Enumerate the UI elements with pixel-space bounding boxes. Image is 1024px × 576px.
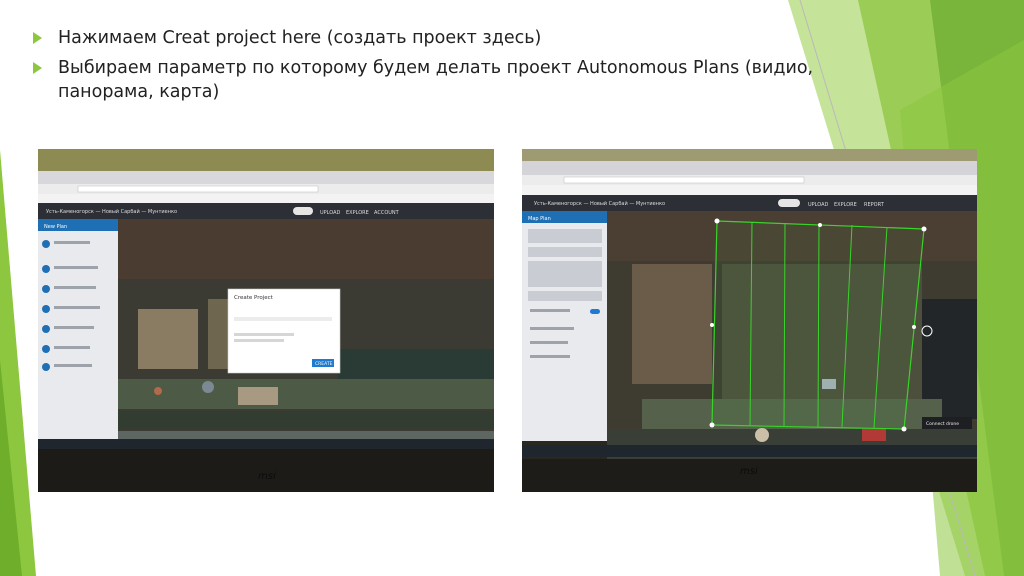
tab-upload[interactable]: UPLOAD bbox=[808, 202, 829, 208]
location-breadcrumb: Усть-Каменогорск — Новый Сарбай — Мунтие… bbox=[534, 200, 665, 207]
bullet-list: Нажимаем Creat project here (создать про… bbox=[30, 26, 910, 110]
location-breadcrumb: Усть-Каменогорск — Новый Сарбай — Мунтие… bbox=[46, 208, 177, 215]
tab-explore[interactable]: EXPLORE bbox=[346, 210, 369, 216]
tab-upload[interactable]: UPLOAD bbox=[320, 210, 341, 216]
sidebar-title: New Plan bbox=[44, 224, 67, 230]
svg-text:CREATE: CREATE bbox=[315, 361, 333, 367]
bullet-arrow-icon bbox=[33, 32, 42, 44]
bullet-item: Нажимаем Creat project here (создать про… bbox=[30, 26, 910, 50]
dialog-title: Create Project bbox=[234, 295, 274, 301]
monitor-brand: msi bbox=[740, 466, 758, 477]
tab-report[interactable]: REPORT bbox=[864, 202, 885, 208]
connect-drone-button[interactable]: Connect drone bbox=[926, 421, 959, 427]
screenshot-photo-create-project: Усть-Каменогорск — Новый Сарбай — Мунтие… bbox=[38, 149, 494, 492]
sidebar-title: Map Plan bbox=[528, 216, 551, 222]
tab-explore[interactable]: EXPLORE bbox=[834, 202, 857, 208]
screenshot-photo-map-plan: Усть-Каменогорск — Новый Сарбай — Мунтие… bbox=[522, 149, 977, 492]
bullet-item: Выбираем параметр по которому будем дела… bbox=[30, 56, 910, 104]
monitor-brand: msi bbox=[258, 471, 276, 482]
bullet-arrow-icon bbox=[33, 62, 42, 74]
tab-account[interactable]: ACCOUNT bbox=[374, 210, 400, 216]
